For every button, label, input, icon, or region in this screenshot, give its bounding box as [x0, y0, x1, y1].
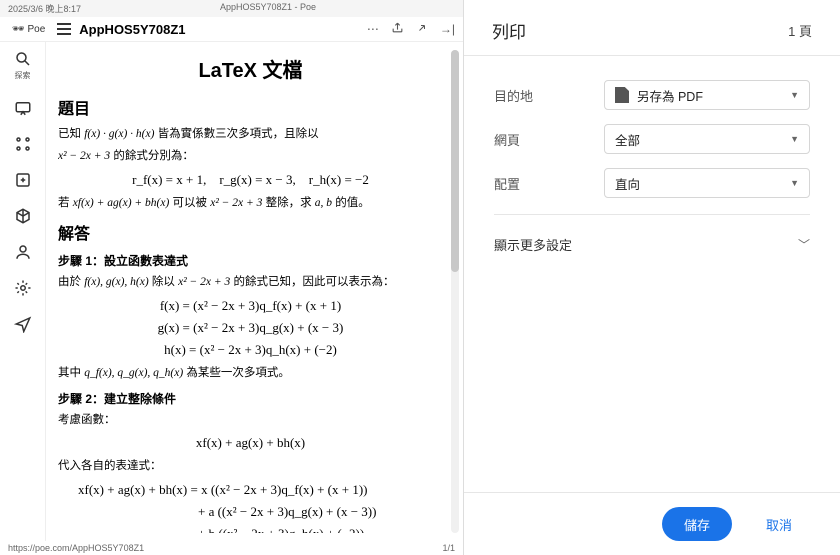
separator: [494, 214, 810, 215]
preview-tabtitle: AppHOS5Y708Z1 - Poe: [220, 2, 316, 15]
pages-select[interactable]: 全部 ▼: [604, 124, 810, 154]
sidebar-item-cube[interactable]: [14, 207, 32, 225]
separator: [464, 55, 840, 56]
section-solution: 解答: [58, 220, 443, 244]
more-icon[interactable]: ⋯: [367, 22, 379, 36]
print-panel: 列印 1 頁 目的地 另存為 PDF ▼ 網頁 全部 ▼ 配置 直向 ▼: [464, 0, 840, 555]
gear-icon: [14, 279, 32, 297]
step-2-heading: 步驟 2：建立整除條件: [58, 390, 443, 407]
popout-icon[interactable]: [416, 22, 428, 37]
sidebar-item-profile[interactable]: [14, 243, 32, 261]
preview-footer: https://poe.com/AppHOS5Y708Z1 1/1: [0, 541, 463, 555]
step1-text: 由於 f(x), g(x), h(x) 除以 x² − 2x + 3 的餘式已知…: [58, 273, 443, 291]
equation-g: g(x) = (x² − 2x + 3)q_g(x) + (x − 3): [58, 320, 443, 336]
cancel-button[interactable]: 取消: [744, 507, 814, 541]
chevron-down-icon: ▼: [790, 90, 799, 100]
share-icon[interactable]: [391, 21, 404, 37]
chevron-down-icon: ▼: [790, 178, 799, 188]
destination-label: 目的地: [494, 86, 604, 105]
equation-combo: xf(x) + ag(x) + bh(x): [58, 435, 443, 451]
document-viewport: LaTeX 文檔 題目 已知 f(x) · g(x) · h(x) 皆為實係數三…: [46, 42, 463, 541]
section-problem: 題目: [58, 95, 443, 119]
pages-label: 網頁: [494, 130, 604, 149]
doc-title: LaTeX 文檔: [58, 54, 443, 83]
print-preview-pane: 2025/3/6 晚上8:17 AppHOS5Y708Z1 - Poe 🕶 Po…: [0, 0, 464, 555]
sidebar-item-explore[interactable]: 探索: [14, 50, 32, 81]
scrollbar-thumb[interactable]: [451, 50, 459, 272]
chevron-down-icon: ﹀: [798, 236, 810, 253]
step2-text2: 代入各自的表達式：: [58, 457, 443, 475]
destination-select[interactable]: 另存為 PDF ▼: [604, 80, 810, 110]
step2-text1: 考慮函數：: [58, 411, 443, 429]
sidebar: 探索: [0, 42, 46, 541]
pages-value: 全部: [615, 130, 640, 149]
panel-page-count: 1 頁: [788, 21, 812, 40]
sidebar-item-chat[interactable]: [14, 99, 32, 117]
step1-qnote: 其中 q_f(x), q_g(x), q_h(x) 為某些一次多項式。: [58, 364, 443, 382]
magnifier-icon: [14, 50, 32, 68]
sidebar-item-apps[interactable]: [14, 135, 32, 153]
poe-home-button[interactable]: 🕶 Poe: [8, 22, 49, 37]
problem-line3: 若 xf(x) + ag(x) + bh(x) 可以被 x² − 2x + 3 …: [58, 194, 443, 212]
app-title: AppHOS5Y708Z1: [79, 22, 359, 37]
sidebar-item-settings[interactable]: [14, 279, 32, 297]
more-settings-label: 顯示更多設定: [494, 235, 572, 254]
chat-icon: [14, 99, 32, 117]
layout-select[interactable]: 直向 ▼: [604, 168, 810, 198]
equation-h: h(x) = (x² − 2x + 3)q_h(x) + (−2): [58, 342, 443, 358]
destination-value: 另存為 PDF: [637, 86, 703, 105]
preview-pageno: 1/1: [442, 543, 455, 553]
equation-f: f(x) = (x² − 2x + 3)q_f(x) + (x + 1): [58, 298, 443, 314]
preview-datetime: 2025/3/6 晚上8:17: [8, 2, 81, 15]
equation-expand-3: + b ((x² − 2x + 3)q_h(x) + (−2)).: [58, 526, 443, 533]
scrollbar[interactable]: [451, 50, 459, 533]
problem-line2: x² − 2x + 3 的餘式分別為：: [58, 147, 443, 165]
preview-meta: 2025/3/6 晚上8:17 AppHOS5Y708Z1 - Poe: [0, 0, 463, 17]
profile-icon: [14, 243, 32, 261]
layout-value: 直向: [615, 174, 640, 193]
panel-title: 列印: [492, 18, 526, 43]
send-icon: [14, 315, 32, 333]
equation-remainders: r_f(x) = x + 1, r_g(x) = x − 3, r_h(x) =…: [58, 172, 443, 188]
problem-line1: 已知 f(x) · g(x) · h(x) 皆為實係數三次多項式，且除以: [58, 125, 443, 143]
plus-square-icon: [14, 171, 32, 189]
sidebar-item-add[interactable]: [14, 171, 32, 189]
sidebar-explore-label: 探索: [15, 70, 31, 81]
equation-expand-2: + a ((x² − 2x + 3)q_g(x) + (x − 3)): [58, 504, 443, 520]
sidebar-item-send[interactable]: [14, 315, 32, 333]
cube-icon: [14, 207, 32, 225]
hamburger-icon[interactable]: [57, 23, 71, 35]
more-settings-toggle[interactable]: 顯示更多設定 ﹀: [494, 221, 810, 268]
pdf-icon: [615, 87, 629, 103]
layout-label: 配置: [494, 174, 604, 193]
preview-url: https://poe.com/AppHOS5Y708Z1: [8, 543, 144, 553]
save-button[interactable]: 儲存: [662, 507, 732, 541]
step-1-heading: 步驟 1：設立函數表達式: [58, 252, 443, 269]
equation-expand-1: xf(x) + ag(x) + bh(x) = x ((x² − 2x + 3)…: [58, 482, 443, 498]
app-header: 🕶 Poe AppHOS5Y708Z1 ⋯ →|: [0, 17, 463, 42]
chevron-down-icon: ▼: [790, 134, 799, 144]
apps-icon: [14, 135, 32, 153]
skip-end-icon[interactable]: →|: [440, 22, 455, 36]
